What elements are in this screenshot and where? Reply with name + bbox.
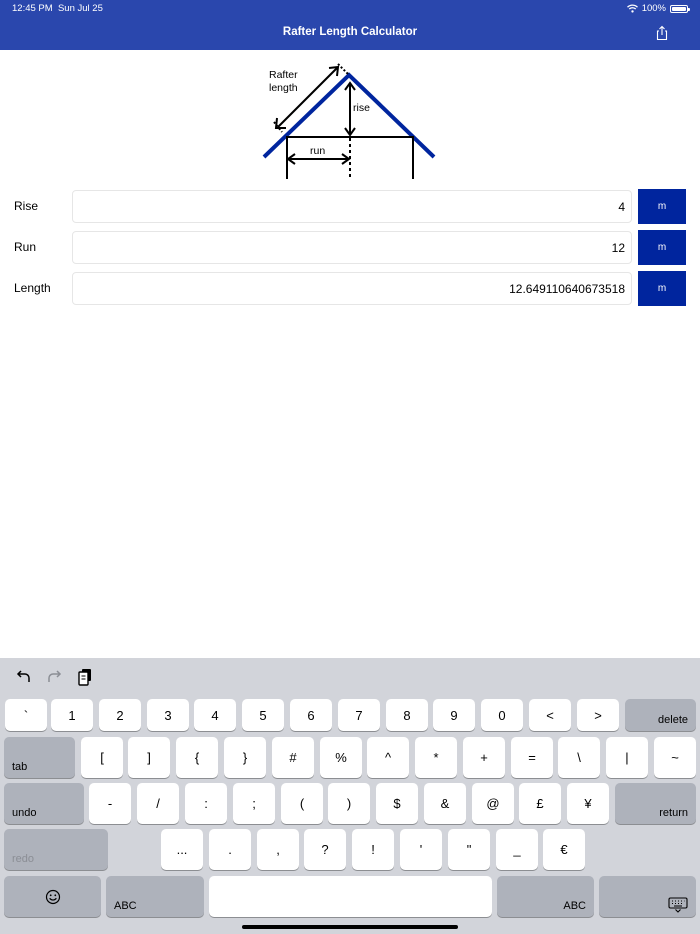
key-equals[interactable]: = bbox=[511, 737, 553, 778]
emoji-icon bbox=[45, 889, 60, 904]
delete-key[interactable]: delete bbox=[625, 699, 696, 731]
rise-label: Rise bbox=[14, 199, 39, 213]
rise-unit-button[interactable]: m bbox=[638, 189, 686, 224]
rise-input[interactable] bbox=[72, 190, 632, 223]
status-time-text: 12:45 PM bbox=[12, 3, 53, 14]
key-colon[interactable]: : bbox=[185, 783, 227, 824]
key-left-brace[interactable]: { bbox=[176, 737, 218, 778]
key-hash[interactable]: # bbox=[272, 737, 314, 778]
key-backslash[interactable]: \ bbox=[558, 737, 600, 778]
rafter-diagram: Rafter length rise run bbox=[262, 63, 436, 179]
key-0[interactable]: 0 bbox=[481, 699, 523, 731]
key-left-bracket[interactable]: [ bbox=[81, 737, 123, 778]
redo-key[interactable]: redo bbox=[4, 829, 108, 870]
share-icon[interactable] bbox=[654, 25, 670, 41]
run-unit-button[interactable]: m bbox=[638, 230, 686, 265]
abc-left-key[interactable]: ABC bbox=[106, 876, 204, 917]
key-greater-than[interactable]: > bbox=[577, 699, 619, 731]
key-2[interactable]: 2 bbox=[99, 699, 141, 731]
undo-key[interactable]: undo bbox=[4, 783, 84, 824]
key-9[interactable]: 9 bbox=[433, 699, 475, 731]
key-hyphen[interactable]: - bbox=[89, 783, 131, 824]
key-percent[interactable]: % bbox=[320, 737, 362, 778]
length-input[interactable] bbox=[72, 272, 632, 305]
key-caret[interactable]: ^ bbox=[367, 737, 409, 778]
status-time: 12:45 PM Sun Jul 25 bbox=[12, 3, 103, 14]
emoji-key[interactable] bbox=[4, 876, 101, 917]
key-period[interactable]: . bbox=[209, 829, 251, 870]
key-dollar[interactable]: $ bbox=[376, 783, 418, 824]
key-comma[interactable]: , bbox=[257, 829, 299, 870]
keyboard-dismiss-icon bbox=[668, 897, 688, 913]
space-key[interactable] bbox=[209, 876, 492, 917]
key-slash[interactable]: / bbox=[137, 783, 179, 824]
key-question[interactable]: ? bbox=[304, 829, 346, 870]
key-right-paren[interactable]: ) bbox=[328, 783, 370, 824]
key-yen[interactable]: ¥ bbox=[567, 783, 609, 824]
key-backtick[interactable]: ` bbox=[5, 699, 47, 731]
key-5[interactable]: 5 bbox=[242, 699, 284, 731]
battery-percent: 100% bbox=[641, 3, 666, 14]
key-pipe[interactable]: | bbox=[606, 737, 648, 778]
keyboard: ` 1 2 3 4 5 6 7 8 9 0 < > delete tab [ ]… bbox=[0, 658, 700, 934]
key-7[interactable]: 7 bbox=[338, 699, 380, 731]
key-plus[interactable]: + bbox=[463, 737, 505, 778]
key-ampersand[interactable]: & bbox=[424, 783, 466, 824]
key-apostrophe[interactable]: ' bbox=[400, 829, 442, 870]
status-date-text: Sun Jul 25 bbox=[57, 3, 103, 14]
key-1[interactable]: 1 bbox=[51, 699, 93, 731]
length-row: Length m bbox=[0, 271, 700, 307]
run-label: Run bbox=[14, 240, 37, 254]
key-exclamation[interactable]: ! bbox=[352, 829, 394, 870]
key-underscore[interactable]: _ bbox=[496, 829, 538, 870]
rafter-label-2: length bbox=[269, 82, 298, 94]
key-at[interactable]: @ bbox=[472, 783, 514, 824]
rise-row: Rise m bbox=[0, 189, 700, 225]
key-right-bracket[interactable]: ] bbox=[128, 737, 170, 778]
status-indicators: 100% bbox=[626, 3, 690, 14]
rafter-label-1: Rafter bbox=[269, 69, 298, 81]
key-quote[interactable]: " bbox=[448, 829, 490, 870]
battery-icon bbox=[670, 4, 690, 13]
key-euro[interactable]: € bbox=[543, 829, 585, 870]
undo-icon[interactable] bbox=[14, 667, 34, 687]
key-ellipsis[interactable]: ... bbox=[161, 829, 203, 870]
key-tilde[interactable]: ~ bbox=[654, 737, 696, 778]
key-semicolon[interactable]: ; bbox=[233, 783, 275, 824]
key-6[interactable]: 6 bbox=[290, 699, 332, 731]
redo-icon[interactable] bbox=[44, 667, 64, 687]
dismiss-keyboard-key[interactable] bbox=[599, 876, 696, 917]
key-3[interactable]: 3 bbox=[147, 699, 189, 731]
run-input[interactable] bbox=[72, 231, 632, 264]
key-less-than[interactable]: < bbox=[529, 699, 571, 731]
length-label: Length bbox=[14, 281, 51, 295]
rise-label: rise bbox=[353, 102, 370, 114]
key-right-brace[interactable]: } bbox=[224, 737, 266, 778]
return-key[interactable]: return bbox=[615, 783, 696, 824]
home-indicator bbox=[242, 925, 458, 929]
key-pound[interactable]: £ bbox=[519, 783, 561, 824]
paste-icon[interactable] bbox=[75, 667, 95, 687]
key-8[interactable]: 8 bbox=[386, 699, 428, 731]
tab-key[interactable]: tab bbox=[4, 737, 75, 778]
key-4[interactable]: 4 bbox=[194, 699, 236, 731]
page-title: Rafter Length Calculator bbox=[282, 26, 418, 38]
length-unit-button[interactable]: m bbox=[638, 271, 686, 306]
run-row: Run m bbox=[0, 230, 700, 266]
key-asterisk[interactable]: * bbox=[415, 737, 457, 778]
abc-right-key[interactable]: ABC bbox=[497, 876, 594, 917]
key-left-paren[interactable]: ( bbox=[281, 783, 323, 824]
wifi-icon bbox=[626, 4, 638, 13]
navigation-bar: 12:45 PM Sun Jul 25 100% Rafter Length C… bbox=[0, 0, 700, 50]
run-label: run bbox=[310, 145, 325, 157]
